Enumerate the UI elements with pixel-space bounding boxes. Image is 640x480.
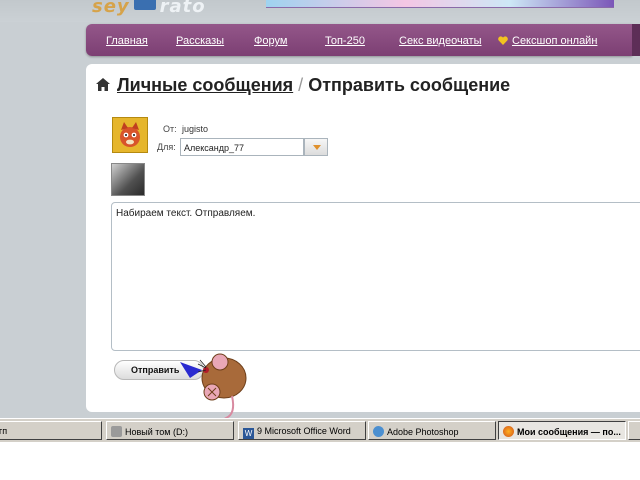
to-label: Для: (157, 142, 176, 152)
breadcrumb-separator: / (298, 75, 304, 95)
nav-item-stories[interactable]: Рассказы (176, 35, 224, 47)
message-textarea[interactable]: Набираем текст. Отправляем. (111, 202, 640, 351)
photoshop-icon (373, 426, 384, 437)
page-title: Личные сообщения / Отправить сообщение (117, 75, 510, 96)
taskbar-item-browser[interactable]: Мои сообщения — по... (498, 421, 626, 440)
taskbar-item-photoshop[interactable]: Adobe Photoshop (368, 421, 496, 440)
from-value: jugisto (182, 124, 209, 134)
desktop-area (0, 442, 640, 480)
chevron-down-icon (313, 145, 321, 150)
taskbar-tray[interactable] (628, 421, 640, 440)
main-nav: Главная Рассказы Форум Топ-250 Секс виде… (86, 24, 632, 56)
home-icon[interactable] (96, 78, 110, 91)
heart-icon (498, 36, 508, 45)
nav-item-shop[interactable]: Сексшоп онлайн (512, 35, 597, 47)
page-title-text: Отправить сообщение (308, 75, 511, 95)
recipient-dropdown-button[interactable] (304, 138, 328, 156)
firefox-icon (503, 426, 514, 437)
site-logo[interactable]: sey rato (92, 0, 206, 17)
nav-item-top250[interactable]: Топ-250 (325, 35, 365, 47)
sender-avatar (112, 117, 148, 153)
taskbar-item-start[interactable]: гп (0, 421, 102, 440)
fox-avatar-icon (120, 122, 140, 147)
nav-item-home[interactable]: Главная (106, 35, 148, 47)
drive-icon (111, 426, 122, 437)
from-label: От: (163, 124, 177, 134)
taskbar-item-drive[interactable]: Новый том (D:) (106, 421, 234, 440)
nav-item-forum[interactable]: Форум (254, 35, 287, 47)
taskbar: гп Новый том (D:) W9 Microsoft Office Wo… (0, 418, 640, 443)
nav-edge (632, 24, 640, 56)
nav-item-video-chats[interactable]: Секс видеочаты (399, 35, 482, 47)
breadcrumb-messages[interactable]: Личные сообщения (117, 75, 293, 95)
logo-box-icon (133, 0, 156, 10)
recipient-input[interactable]: Александр_77 (180, 138, 304, 156)
taskbar-item-word[interactable]: W9 Microsoft Office Word (238, 421, 366, 440)
word-icon: W (243, 428, 254, 439)
recipient-avatar (111, 163, 145, 196)
ad-banner[interactable] (266, 0, 614, 8)
